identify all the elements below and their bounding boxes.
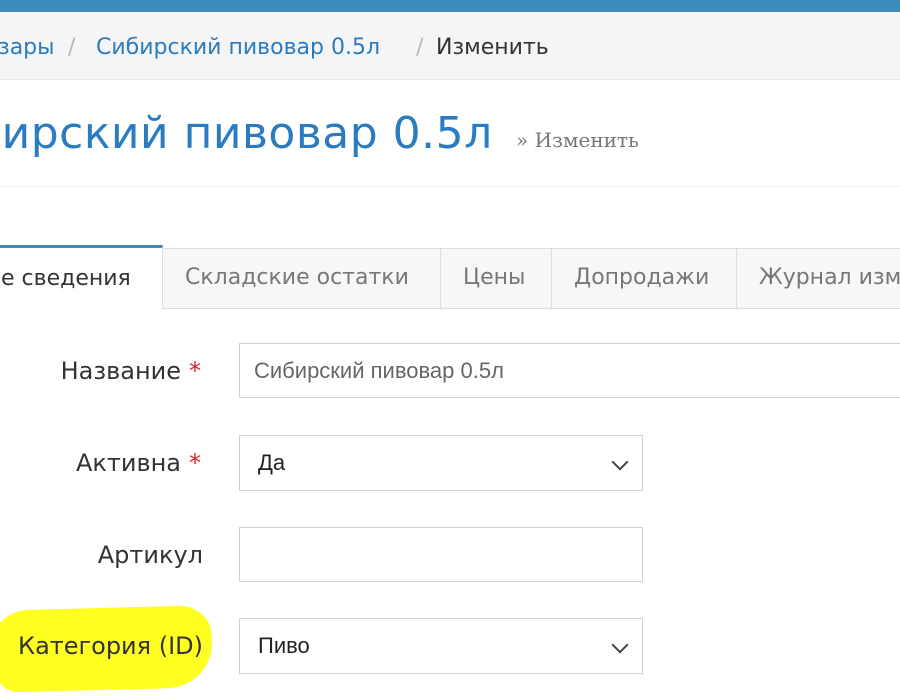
name-label-text: Название (60, 357, 181, 385)
tab-stock[interactable]: Складские остатки (162, 248, 441, 308)
required-marker: * (189, 357, 201, 385)
name-input-field[interactable] (254, 344, 900, 397)
breadcrumb-item-products[interactable]: зары (0, 34, 55, 62)
breadcrumb-item-product[interactable]: Сибирский пивовар 0.5л (96, 34, 380, 62)
chevron-down-icon (611, 636, 629, 654)
category-select[interactable]: Пиво (239, 618, 643, 674)
breadcrumb-separator: / (68, 35, 76, 60)
tab-upsells[interactable]: Допродажи (551, 248, 737, 308)
tab-label: Допродажи (574, 265, 710, 290)
tab-general[interactable]: е сведения (0, 245, 163, 309)
name-label: Название * (61, 356, 201, 386)
tab-changelog[interactable]: Журнал изм (736, 248, 900, 308)
breadcrumb: зары / Сибирский пивовар 0.5л / Изменить (0, 12, 900, 80)
tab-label: Журнал изм (759, 265, 900, 290)
chevron-down-icon (611, 453, 629, 471)
required-marker: * (189, 449, 201, 477)
page-subtitle: » Изменить (516, 128, 639, 152)
breadcrumb-item-current: Изменить (436, 35, 549, 60)
breadcrumb-separator: / (416, 35, 424, 60)
sku-input[interactable] (239, 527, 643, 582)
tab-label: Складские остатки (185, 265, 409, 290)
sku-input-field[interactable] (254, 528, 628, 581)
category-label: Категория (ID) (18, 632, 203, 660)
page-header: бирский пивовар 0.5л » Изменить (0, 80, 900, 187)
tab-label: Цены (463, 265, 526, 290)
active-label-text: Активна (75, 449, 181, 477)
tab-label: е сведения (1, 266, 131, 291)
tab-prices[interactable]: Цены (440, 248, 552, 308)
active-label: Активна * (76, 448, 201, 478)
page-title: бирский пивовар 0.5л (0, 108, 493, 159)
sku-label: Артикул (97, 541, 203, 569)
active-select-value: Да (258, 450, 286, 475)
active-select[interactable]: Да (239, 435, 643, 491)
name-input[interactable] (239, 343, 900, 398)
tab-bar: е сведения Складские остатки Цены Допрод… (0, 245, 900, 309)
top-navbar (0, 0, 900, 12)
category-select-value: Пиво (258, 633, 310, 658)
